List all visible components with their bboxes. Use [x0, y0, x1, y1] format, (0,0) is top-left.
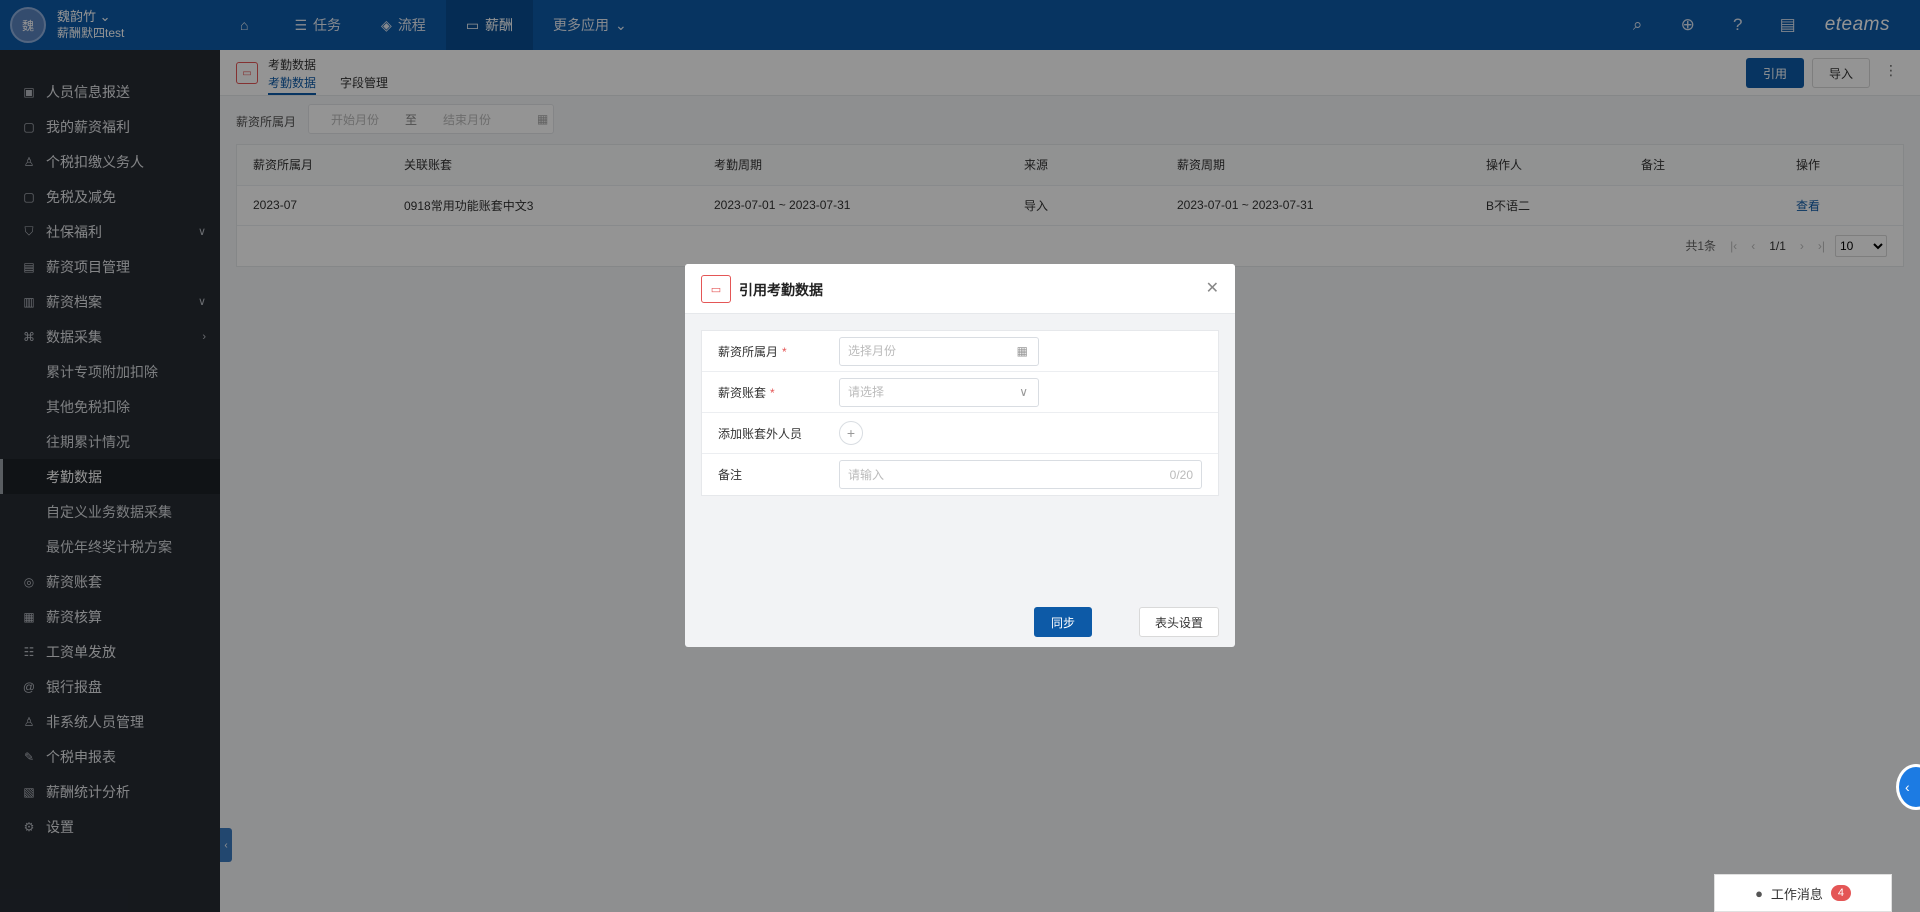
form-row-month: 薪资所属月* ▦: [702, 331, 1218, 372]
message-label: 工作消息: [1770, 886, 1823, 902]
month-label: 薪资所属月: [718, 344, 779, 359]
char-counter: 0/20: [1169, 467, 1193, 482]
form-label: 备注: [702, 466, 839, 483]
form-row-account: 薪资账套* ∨: [702, 372, 1218, 413]
required-mark: *: [770, 385, 775, 400]
month-picker[interactable]: ▦: [839, 336, 1039, 366]
salary-icon: ▭: [701, 275, 731, 303]
month-input[interactable]: [848, 344, 1030, 358]
calendar-icon: ▦: [1016, 344, 1028, 358]
form-label: 薪资账套 *: [702, 384, 839, 401]
chat-icon: ●: [1755, 885, 1763, 901]
form-row-remark: 备注 0/20: [702, 454, 1218, 495]
chevron-left-icon: ‹: [1905, 779, 1910, 795]
modal-form: 薪资所属月* ▦ 薪资账套* ∨ 添加账套外人员 + 备注 0/20: [701, 330, 1219, 496]
extra-staff-label: 添加账套外人员: [718, 426, 803, 441]
account-input[interactable]: [848, 385, 1030, 399]
account-select[interactable]: ∨: [839, 377, 1039, 407]
work-message-button[interactable]: ● 工作消息 4: [1714, 874, 1892, 912]
quote-attendance-modal: ▭ 引用考勤数据 ✕ 薪资所属月* ▦ 薪资账套* ∨ 添加账套外人员 + 备注: [685, 264, 1235, 647]
account-label: 薪资账套: [718, 385, 767, 400]
modal-header: ▭ 引用考勤数据 ✕: [685, 264, 1235, 314]
header-settings-button[interactable]: 表头设置: [1139, 607, 1219, 637]
remark-field[interactable]: 0/20: [839, 460, 1202, 489]
modal-title: 引用考勤数据: [739, 282, 823, 298]
remark-input[interactable]: [848, 467, 1193, 482]
form-label: 薪资所属月 *: [702, 343, 839, 360]
remark-label: 备注: [718, 468, 743, 482]
required-mark: *: [782, 344, 787, 359]
plus-icon: +: [846, 425, 856, 441]
chevron-down-icon: ∨: [1019, 385, 1028, 399]
close-icon[interactable]: ✕: [1206, 278, 1219, 298]
message-count-badge: 4: [1830, 885, 1851, 901]
add-staff-button[interactable]: +: [839, 421, 863, 445]
form-row-extra-staff: 添加账套外人员 +: [702, 413, 1218, 454]
form-label: 添加账套外人员: [702, 425, 839, 442]
sync-button[interactable]: 同步: [1034, 607, 1092, 637]
